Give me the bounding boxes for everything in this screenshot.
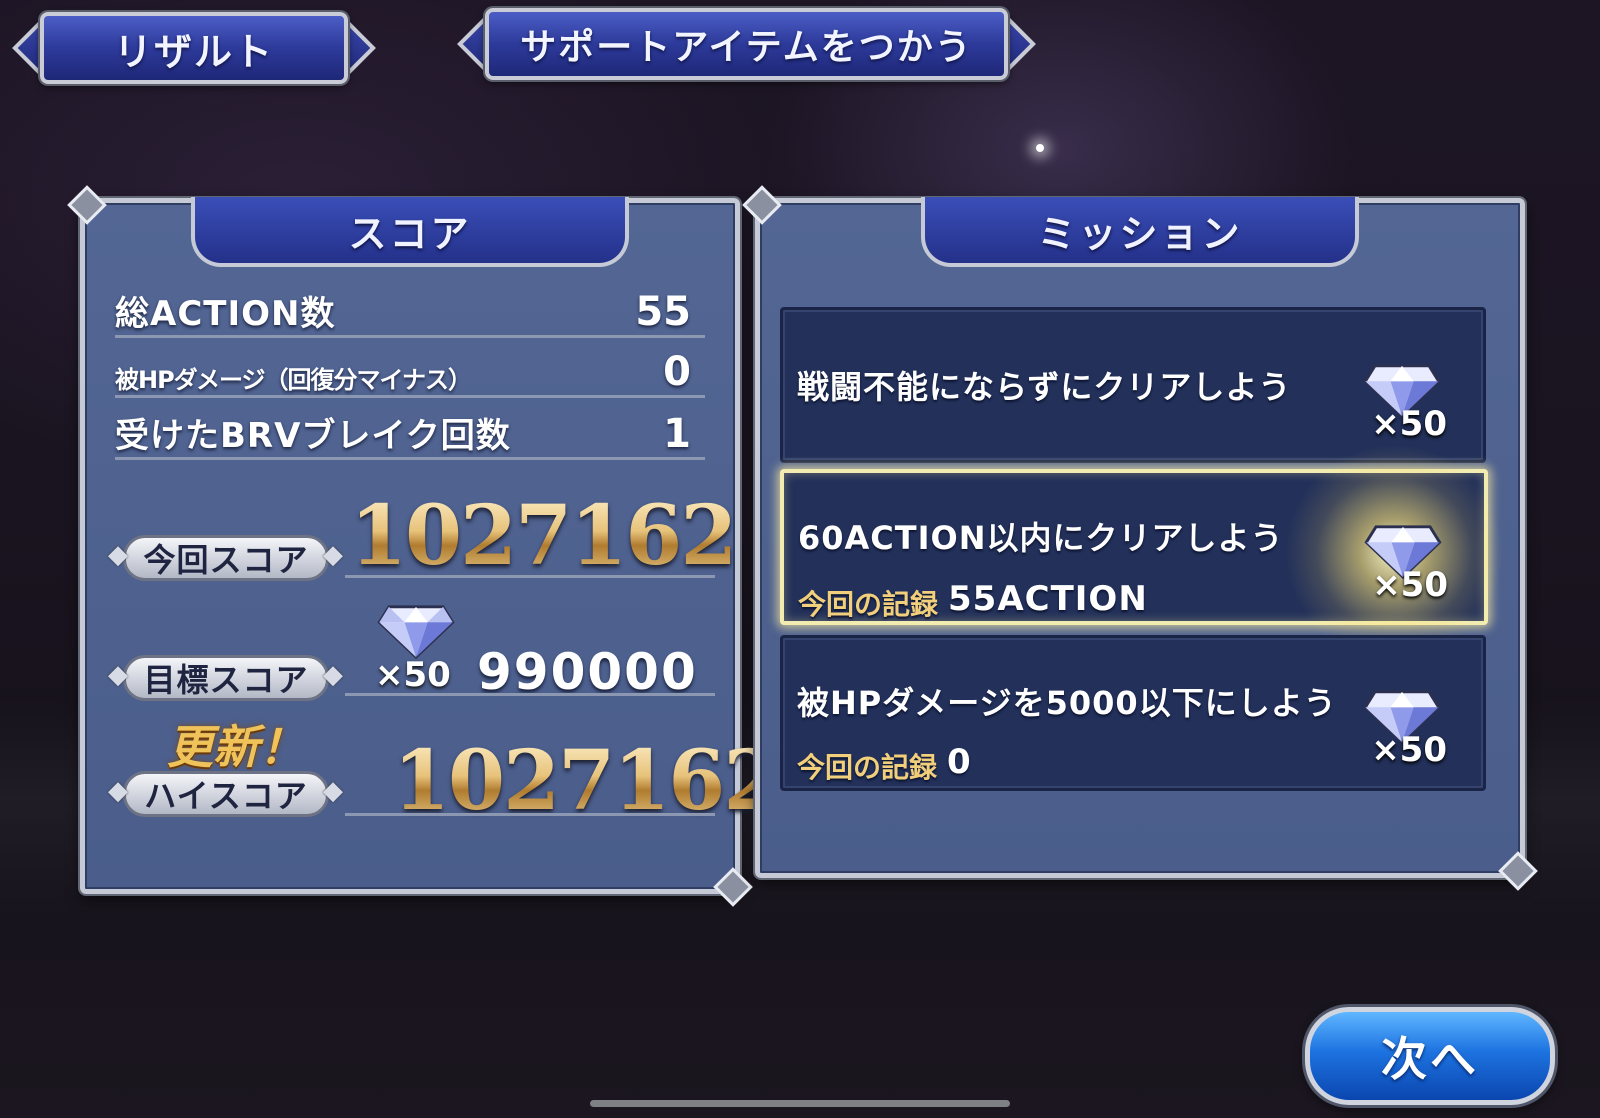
current-score-label: 今回スコア <box>108 535 344 581</box>
mission-item-completed: 60ACTION以内にクリアしよう 今回の記録 55ACTION ×50 <box>780 443 1504 663</box>
mission-record-value: 0 <box>947 742 972 782</box>
stat-value: 1 <box>663 411 691 457</box>
high-score-label: ハイスコア <box>108 771 344 817</box>
stat-row-hp-damage: 被HPダメージ（回復分マイナス） 0 <box>115 349 705 398</box>
divider <box>345 813 715 816</box>
stat-label: 総ACTION数 <box>115 294 336 334</box>
mission-record-label: 今回の記録 <box>797 751 938 784</box>
diamond-gem-icon <box>377 605 455 659</box>
mission-text: 戦闘不能にならずにクリアしよう <box>797 368 1292 406</box>
mission-panel-title: ミッション <box>921 197 1359 267</box>
mission-panel: ミッション 戦闘不能にならずにクリアしよう ×50 60ACTION以内にクリア… <box>742 185 1538 891</box>
home-indicator[interactable] <box>590 1100 1010 1107</box>
background-star <box>1036 144 1044 152</box>
mission-text: 60ACTION以内にクリアしよう <box>798 519 1284 557</box>
target-score-label: 目標スコア <box>108 655 344 701</box>
corner-ornament <box>67 185 107 225</box>
mission-reward: ×50 <box>1372 565 1448 605</box>
result-tab[interactable]: リザルト <box>40 12 348 84</box>
mission-reward: ×50 <box>1371 404 1447 444</box>
current-score-value: 1027162 <box>350 488 737 584</box>
mission-record-label: 今回の記録 <box>798 588 939 621</box>
score-panel-title: スコア <box>191 197 629 267</box>
divider <box>345 693 715 696</box>
mission-text: 被HPダメージを5000以下にしよう <box>797 684 1337 722</box>
divider <box>345 575 715 578</box>
stat-row-total-action: 総ACTION数 55 <box>115 289 705 338</box>
stat-value: 55 <box>635 289 691 335</box>
support-item-button[interactable]: サポートアイテムをつかう <box>485 8 1008 80</box>
stat-label: 被HPダメージ（回復分マイナス） <box>115 366 472 394</box>
corner-ornament <box>742 185 782 225</box>
target-reward-multiplier: ×50 <box>375 655 451 695</box>
score-panel: スコア 総ACTION数 55 被HPダメージ（回復分マイナス） 0 受けたBR… <box>67 185 780 907</box>
mission-record-value: 55ACTION <box>948 579 1148 619</box>
stat-label: 受けたBRVブレイク回数 <box>115 416 511 456</box>
next-button[interactable]: 次へ <box>1305 1007 1555 1105</box>
mission-reward: ×50 <box>1371 730 1447 770</box>
stat-row-brv-break: 受けたBRVブレイク回数 1 <box>115 411 705 460</box>
mission-item: 戦闘不能にならずにクリアしよう ×50 <box>780 307 1486 463</box>
mission-item: 被HPダメージを5000以下にしよう 今回の記録 0 ×50 <box>780 635 1486 791</box>
stat-value: 0 <box>663 349 691 395</box>
new-record-label: 更新！ <box>167 720 305 774</box>
